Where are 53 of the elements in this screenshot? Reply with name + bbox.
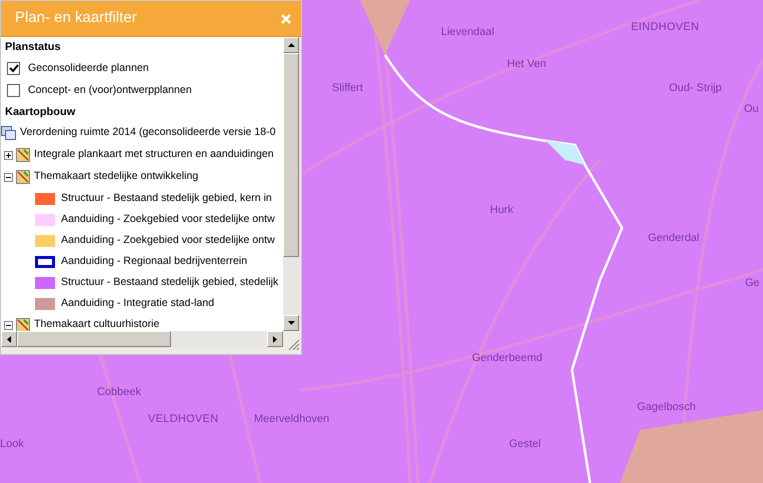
horizontal-scrollbar[interactable] [1,331,283,348]
tree-item-label[interactable]: Verordening ruimte 2014 (geconsolideerde versie 18-0 [20,125,276,141]
district-label: Lievendaal [441,27,494,38]
scroll-left-button[interactable] [1,331,17,347]
checkbox[interactable] [7,62,20,75]
scroll-right-button[interactable] [267,331,283,347]
city-label: EINDHOVEN [631,22,700,33]
right-arrow-icon [273,336,277,342]
district-label: Hurk [490,205,514,216]
expand-icon[interactable] [4,150,13,160]
down-arrow-icon [288,321,294,325]
tree-item-label[interactable]: Themakaart cultuurhistorie [34,317,160,331]
tree-item-label[interactable]: Integrale plankaart met structuren en aanduidingen [34,147,274,163]
district-label: Ge [745,278,760,289]
layers-icon [1,126,17,140]
scroll-up-button[interactable] [283,37,299,53]
legend-label: Aanduiding - Zoekgebied voor stedelijke ontw [61,212,275,227]
city-label: VELDHOVEN [148,414,219,425]
district-label: Look [0,439,24,450]
checkbox-label: Concept- en (voor)ontwerpplannen [28,82,192,98]
vertical-scrollbar[interactable] [283,37,300,331]
scrollbar-thumb[interactable] [17,331,171,347]
district-label: Gagelbosch [637,402,696,413]
legend-label: Aanduiding - Regionaal bedrijventerrein [61,254,248,269]
section-heading: Planstatus [4,40,62,55]
district-label: Genderdal [648,233,700,244]
district-label: Genderbeemd [472,353,542,364]
map-icon [16,318,30,331]
legend-label: Aanduiding - Integratie stad-land [61,296,214,311]
district-label: Sliffert [332,83,363,94]
scrollbar-thumb[interactable] [283,53,299,257]
checkbox[interactable] [7,84,20,97]
legend-label: Structuur - Bestaand stedelijk gebied, stedelijk [61,274,278,290]
left-arrow-icon [7,336,11,342]
collapse-icon[interactable] [4,320,13,330]
legend-label: Aanduiding - Zoekgebied voor stedelijke ontw [61,232,275,248]
up-arrow-icon [288,43,294,47]
tree-item-label[interactable]: Themakaart stedelijke ontwikkeling [34,169,198,185]
map-icon [16,170,30,184]
scroll-down-button[interactable] [283,315,299,331]
legend-label: Structuur - Bestaand stedelijk gebied, kern in [61,190,272,206]
section-heading: Kaartopbouw [4,104,76,120]
map-icon [16,148,30,162]
district-label: Oud- Strijp [669,83,722,94]
district-label: Het Ven [507,59,546,70]
checkbox-label: Geconsolideerde plannen [28,60,149,76]
panel-title: Plan- en kaartfilter [15,8,137,28]
collapse-icon[interactable] [4,172,13,182]
resize-grip-icon[interactable] [288,339,300,351]
district-label: Ou [744,104,759,115]
district-label: Gestel [509,439,541,450]
district-label: Cobbeek [97,387,142,398]
district-label: Meerveldhoven [254,414,330,425]
